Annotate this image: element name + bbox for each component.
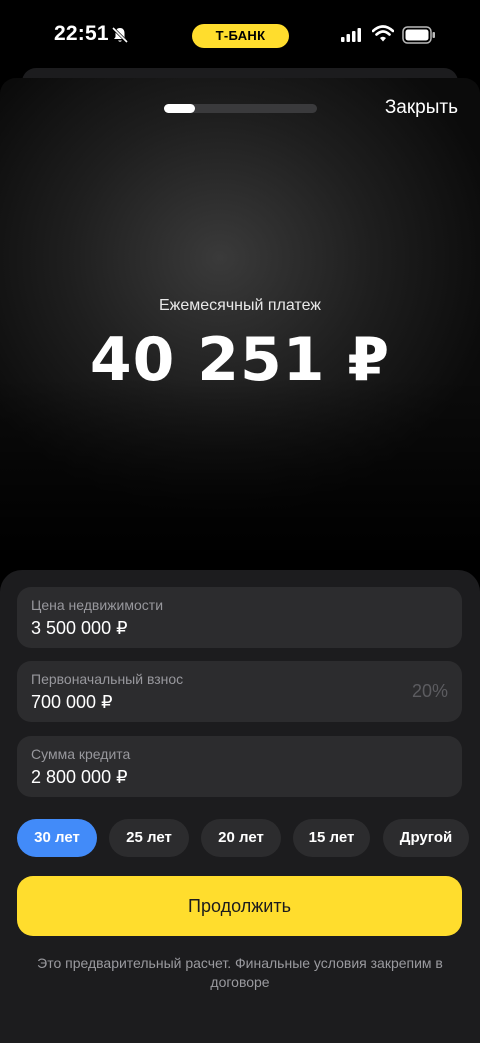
down-payment-percent: 20% (411, 681, 448, 701)
down-payment-value[interactable]: 700 000 ₽ (31, 692, 113, 713)
cellular-signal-icon (341, 28, 361, 42)
step-progress-fill (164, 104, 195, 113)
term-chip-25[interactable]: 25 лет (109, 819, 189, 857)
bell-muted-icon (111, 26, 129, 44)
monthly-payment-label: Ежемесячный платеж (158, 297, 321, 314)
battery-icon (402, 26, 435, 44)
term-chip-20[interactable]: 20 лет (201, 819, 281, 857)
loan-amount-label: Сумма кредита (31, 746, 131, 762)
bank-badge: Т-БАНК (192, 24, 289, 48)
monthly-payment-amount: 40 251 ₽ (89, 325, 391, 395)
status-bar: 22:51 Т-БАНК (0, 0, 480, 68)
status-time: 22:51 (54, 22, 109, 45)
wifi-icon (372, 25, 394, 42)
property-price-value[interactable]: 3 500 000 ₽ (31, 618, 128, 639)
loan-amount-value[interactable]: 2 800 000 ₽ (31, 767, 128, 788)
term-chip-15[interactable]: 15 лет (293, 819, 370, 857)
down-payment-label: Первоначальный взнос (31, 671, 184, 687)
continue-button[interactable]: Продолжить (17, 876, 462, 936)
loan-amount-field[interactable]: Сумма кредита 2 800 000 ₽ (17, 736, 462, 797)
down-payment-field[interactable]: Первоначальный взнос 700 000 ₽ 20% (17, 661, 462, 722)
property-price-field[interactable]: Цена недвижимости 3 500 000 ₽ (17, 587, 462, 648)
close-button[interactable]: Закрыть (385, 97, 458, 119)
term-chip-30[interactable]: 30 лет (17, 819, 97, 857)
step-progress-bar (164, 104, 317, 113)
property-price-label: Цена недвижимости (31, 597, 164, 613)
term-chip-other[interactable]: Другой (383, 819, 469, 857)
disclaimer-text: Это предварительный расчет. Финальные ус… (37, 955, 443, 990)
